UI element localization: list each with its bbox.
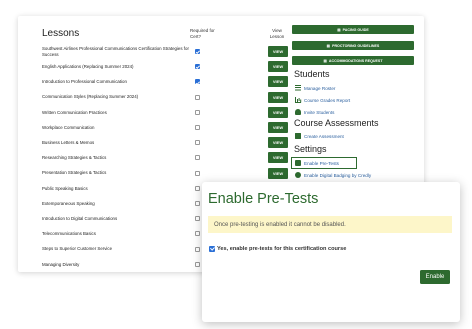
enable-digital-badging-label: Enable Digital Badging by Credly	[304, 172, 372, 178]
create-assessment-link[interactable]: Create Assessment	[295, 131, 344, 141]
lesson-row: Introduction to Professional Communicati…	[42, 74, 297, 89]
lessons-heading: Lessons	[42, 28, 80, 39]
view-lesson-button[interactable]: VIEW	[268, 167, 288, 179]
view-lesson-button[interactable]: VIEW	[268, 137, 288, 149]
document-icon: ▤	[337, 27, 341, 32]
lesson-name: Introduction to Digital Communications	[42, 215, 118, 221]
required-checkbox[interactable]	[195, 125, 200, 130]
lesson-name: Southwest Airlines Professional Communic…	[42, 46, 189, 57]
proctoring-guidelines-button[interactable]: ▤ PROCTORING GUIDELINES	[292, 41, 414, 50]
document-icon	[295, 133, 301, 139]
lesson-name: Presentation Strategies & Tactics	[42, 170, 107, 176]
lesson-row: Presentation Strategies & Tactics VIEW	[42, 166, 297, 181]
modal-title: Enable Pre-Tests	[208, 191, 319, 207]
manage-roster-link[interactable]: Manage Roster	[295, 83, 335, 93]
lesson-name: Telecommunications Basics	[42, 231, 96, 237]
badge-icon	[295, 172, 301, 178]
required-checkbox[interactable]	[195, 185, 200, 191]
required-checkbox[interactable]	[195, 170, 200, 176]
course-grades-report-link[interactable]: Course Grades Report	[295, 95, 350, 105]
confirm-checkbox[interactable]	[209, 246, 215, 252]
lesson-row: Business Letters & Memos VIEW	[42, 135, 297, 150]
manage-roster-label: Manage Roster	[304, 85, 336, 91]
view-lesson-button[interactable]: VIEW	[268, 91, 288, 103]
chart-icon	[295, 97, 301, 103]
students-heading: Students	[294, 69, 330, 79]
required-checkbox[interactable]	[195, 109, 200, 115]
course-assessments-heading: Course Assessments	[294, 118, 379, 128]
view-lesson-button[interactable]: VIEW	[268, 122, 288, 133]
enable-digital-badging-link[interactable]: Enable Digital Badging by Credly	[295, 170, 371, 180]
lesson-name: Business Letters & Memos	[42, 139, 95, 145]
pacing-guide-label: PACING GUIDE	[342, 27, 369, 32]
checkbox-icon	[295, 160, 301, 166]
required-checkbox[interactable]	[195, 231, 200, 237]
lesson-name: Written Communication Practices	[42, 109, 107, 115]
lesson-name: Communication Styles (Replacing Summer 2…	[42, 94, 139, 100]
lesson-name: Managing Diversity	[42, 261, 80, 267]
required-checkbox[interactable]	[195, 49, 200, 54]
enable-pretests-label: Enable Pre-Tests	[304, 160, 339, 166]
proctoring-guidelines-label: PROCTORING GUIDELINES	[332, 43, 380, 48]
lesson-name: Introduction to Professional Communicati…	[42, 79, 127, 85]
confirm-checkbox-label: Yes, enable pre-tests for this certifica…	[217, 246, 347, 252]
lesson-row: Written Communication Practices VIEW	[42, 105, 297, 120]
view-lesson-button[interactable]: VIEW	[268, 46, 288, 57]
list-icon	[295, 85, 301, 91]
lesson-name: English Applications (Replacing Summer 2…	[42, 63, 134, 69]
lesson-row: Researching Strategies & Tactics VIEW	[42, 150, 297, 165]
lesson-name: Workplace Communication	[42, 124, 95, 130]
course-grades-report-label: Course Grades Report	[304, 97, 351, 103]
required-checkbox[interactable]	[195, 216, 200, 222]
enable-pretests-modal: Enable Pre-Tests Once pre-testing is ena…	[202, 182, 460, 322]
required-checkbox[interactable]	[195, 246, 200, 252]
pacing-guide-button[interactable]: ▤ PACING GUIDE	[292, 25, 414, 34]
create-assessment-label: Create Assessment	[304, 133, 344, 139]
required-checkbox[interactable]	[195, 94, 200, 100]
document-icon: ▤	[326, 43, 331, 48]
enable-button[interactable]: Enable	[420, 270, 450, 284]
lesson-name: Public Speaking Basics	[42, 185, 88, 191]
accommodations-request-label: ACCOMMODATIONS REQUEST	[328, 58, 383, 63]
required-checkbox[interactable]	[195, 155, 200, 161]
view-lesson-button[interactable]: VIEW	[268, 152, 288, 164]
lesson-name: Researching Strategies & Tactics	[42, 155, 107, 161]
users-icon	[295, 109, 301, 115]
document-icon: ▤	[323, 58, 327, 63]
lesson-row: English Applications (Replacing Summer 2…	[42, 59, 297, 74]
invite-students-link[interactable]: Invite Students	[295, 107, 334, 117]
view-lesson-button[interactable]: VIEW	[268, 106, 288, 118]
required-checkbox[interactable]	[195, 140, 200, 146]
view-lesson-button[interactable]: VIEW	[268, 76, 288, 88]
view-column-header: View Lesson	[269, 28, 285, 39]
lesson-row: Communication Styles (Replacing Summer 2…	[42, 90, 297, 105]
warning-alert: Once pre-testing is enabled it cannot be…	[208, 216, 452, 233]
lesson-row: Southwest Airlines Professional Communic…	[42, 44, 297, 59]
required-checkbox[interactable]	[195, 201, 200, 206]
required-checkbox[interactable]	[195, 64, 200, 70]
required-column-header: Required for Cert?	[190, 28, 215, 39]
confirm-checkbox-row[interactable]: Yes, enable pre-tests for this certifica…	[209, 246, 346, 252]
lesson-name: Steps to Superior Customer Service	[42, 246, 113, 252]
settings-heading: Settings	[294, 144, 327, 154]
required-checkbox[interactable]	[195, 261, 200, 267]
invite-students-label: Invite Students	[304, 109, 335, 115]
lesson-name: Extemporaneous Speaking	[42, 200, 95, 206]
view-lesson-button[interactable]: VIEW	[268, 61, 288, 73]
enable-pretests-link[interactable]: Enable Pre-Tests	[295, 158, 339, 168]
required-checkbox[interactable]	[195, 79, 200, 85]
accommodations-request-button[interactable]: ▤ ACCOMMODATIONS REQUEST	[292, 56, 414, 65]
lesson-row: Workplace Communication VIEW	[42, 120, 297, 135]
